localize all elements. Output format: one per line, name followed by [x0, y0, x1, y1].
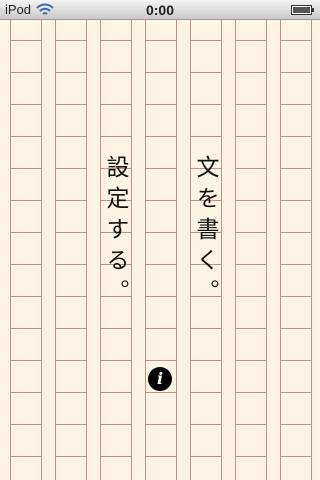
- settings-button[interactable]: 設定する。: [100, 155, 130, 310]
- status-bar: iPod 0:00: [0, 0, 320, 20]
- manuscript-paper: 文を書く。 設定する。: [0, 20, 320, 480]
- write-text-button[interactable]: 文を書く。: [190, 155, 220, 310]
- info-icon[interactable]: i: [148, 367, 172, 391]
- manuscript-grid: [10, 20, 312, 480]
- battery-icon: [291, 5, 314, 15]
- status-time: 0:00: [145, 2, 175, 18]
